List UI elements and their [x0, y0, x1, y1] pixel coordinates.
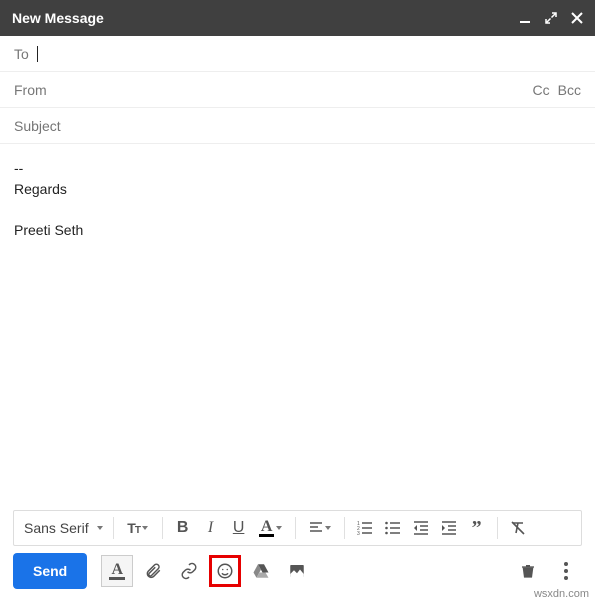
watermark: wsxdn.com: [534, 588, 589, 600]
more-options-button[interactable]: [550, 555, 582, 587]
subject-row[interactable]: [0, 108, 595, 144]
italic-button[interactable]: I: [197, 514, 225, 542]
cc-button[interactable]: Cc: [533, 82, 550, 98]
to-input[interactable]: [38, 46, 581, 62]
bcc-button[interactable]: Bcc: [558, 82, 581, 98]
cc-bcc-links: Cc Bcc: [533, 82, 581, 98]
close-icon[interactable]: [571, 12, 583, 24]
numbered-list-button[interactable]: 123: [351, 514, 379, 542]
svg-text:3: 3: [357, 531, 360, 535]
signature-line2: Preeti Seth: [14, 220, 581, 241]
chevron-down-icon: [325, 526, 331, 530]
remove-formatting-button[interactable]: [504, 514, 532, 542]
insert-photo-button[interactable]: [281, 555, 313, 587]
underline-button[interactable]: U: [225, 514, 253, 542]
formatting-toggle-button[interactable]: A: [101, 555, 133, 587]
font-family-select[interactable]: Sans Serif: [20, 514, 107, 542]
expand-icon[interactable]: [545, 12, 557, 24]
compose-header: New Message: [0, 0, 595, 36]
insert-icons: A: [101, 555, 313, 587]
formatting-toolbar: Sans Serif TT B I U A 123 ”: [13, 510, 582, 546]
to-label: To: [14, 46, 29, 62]
bold-button[interactable]: B: [169, 514, 197, 542]
indent-less-button[interactable]: [407, 514, 435, 542]
chevron-down-icon: [276, 526, 282, 530]
indent-more-button[interactable]: [435, 514, 463, 542]
bottom-toolbar: Send A: [13, 552, 582, 590]
insert-link-button[interactable]: [173, 555, 205, 587]
discard-draft-button[interactable]: [512, 555, 544, 587]
from-input[interactable]: [55, 82, 533, 98]
quote-button[interactable]: ”: [463, 514, 491, 542]
font-size-button[interactable]: TT: [120, 514, 156, 542]
send-button[interactable]: Send: [13, 553, 87, 589]
separator: [344, 517, 345, 539]
attach-file-button[interactable]: [137, 555, 169, 587]
from-label: From: [14, 82, 47, 98]
font-name: Sans Serif: [24, 520, 89, 536]
separator: [113, 517, 114, 539]
align-button[interactable]: [302, 514, 338, 542]
separator: [162, 517, 163, 539]
right-actions: [512, 555, 582, 587]
text-color-button[interactable]: A: [253, 514, 289, 542]
message-body[interactable]: -- Regards Preeti Seth: [0, 144, 595, 474]
minimize-icon[interactable]: [519, 12, 531, 24]
compose-title: New Message: [12, 10, 519, 26]
chevron-down-icon: [97, 526, 103, 530]
chevron-down-icon: [142, 526, 148, 530]
subject-input[interactable]: [14, 118, 581, 134]
insert-emoji-button[interactable]: [209, 555, 241, 587]
from-row[interactable]: From Cc Bcc: [0, 72, 595, 108]
to-row[interactable]: To: [0, 36, 595, 72]
signature-separator: --: [14, 158, 581, 179]
separator: [497, 517, 498, 539]
bulleted-list-button[interactable]: [379, 514, 407, 542]
separator: [295, 517, 296, 539]
signature-line1: Regards: [14, 179, 581, 200]
insert-drive-button[interactable]: [245, 555, 277, 587]
window-controls: [519, 12, 583, 24]
